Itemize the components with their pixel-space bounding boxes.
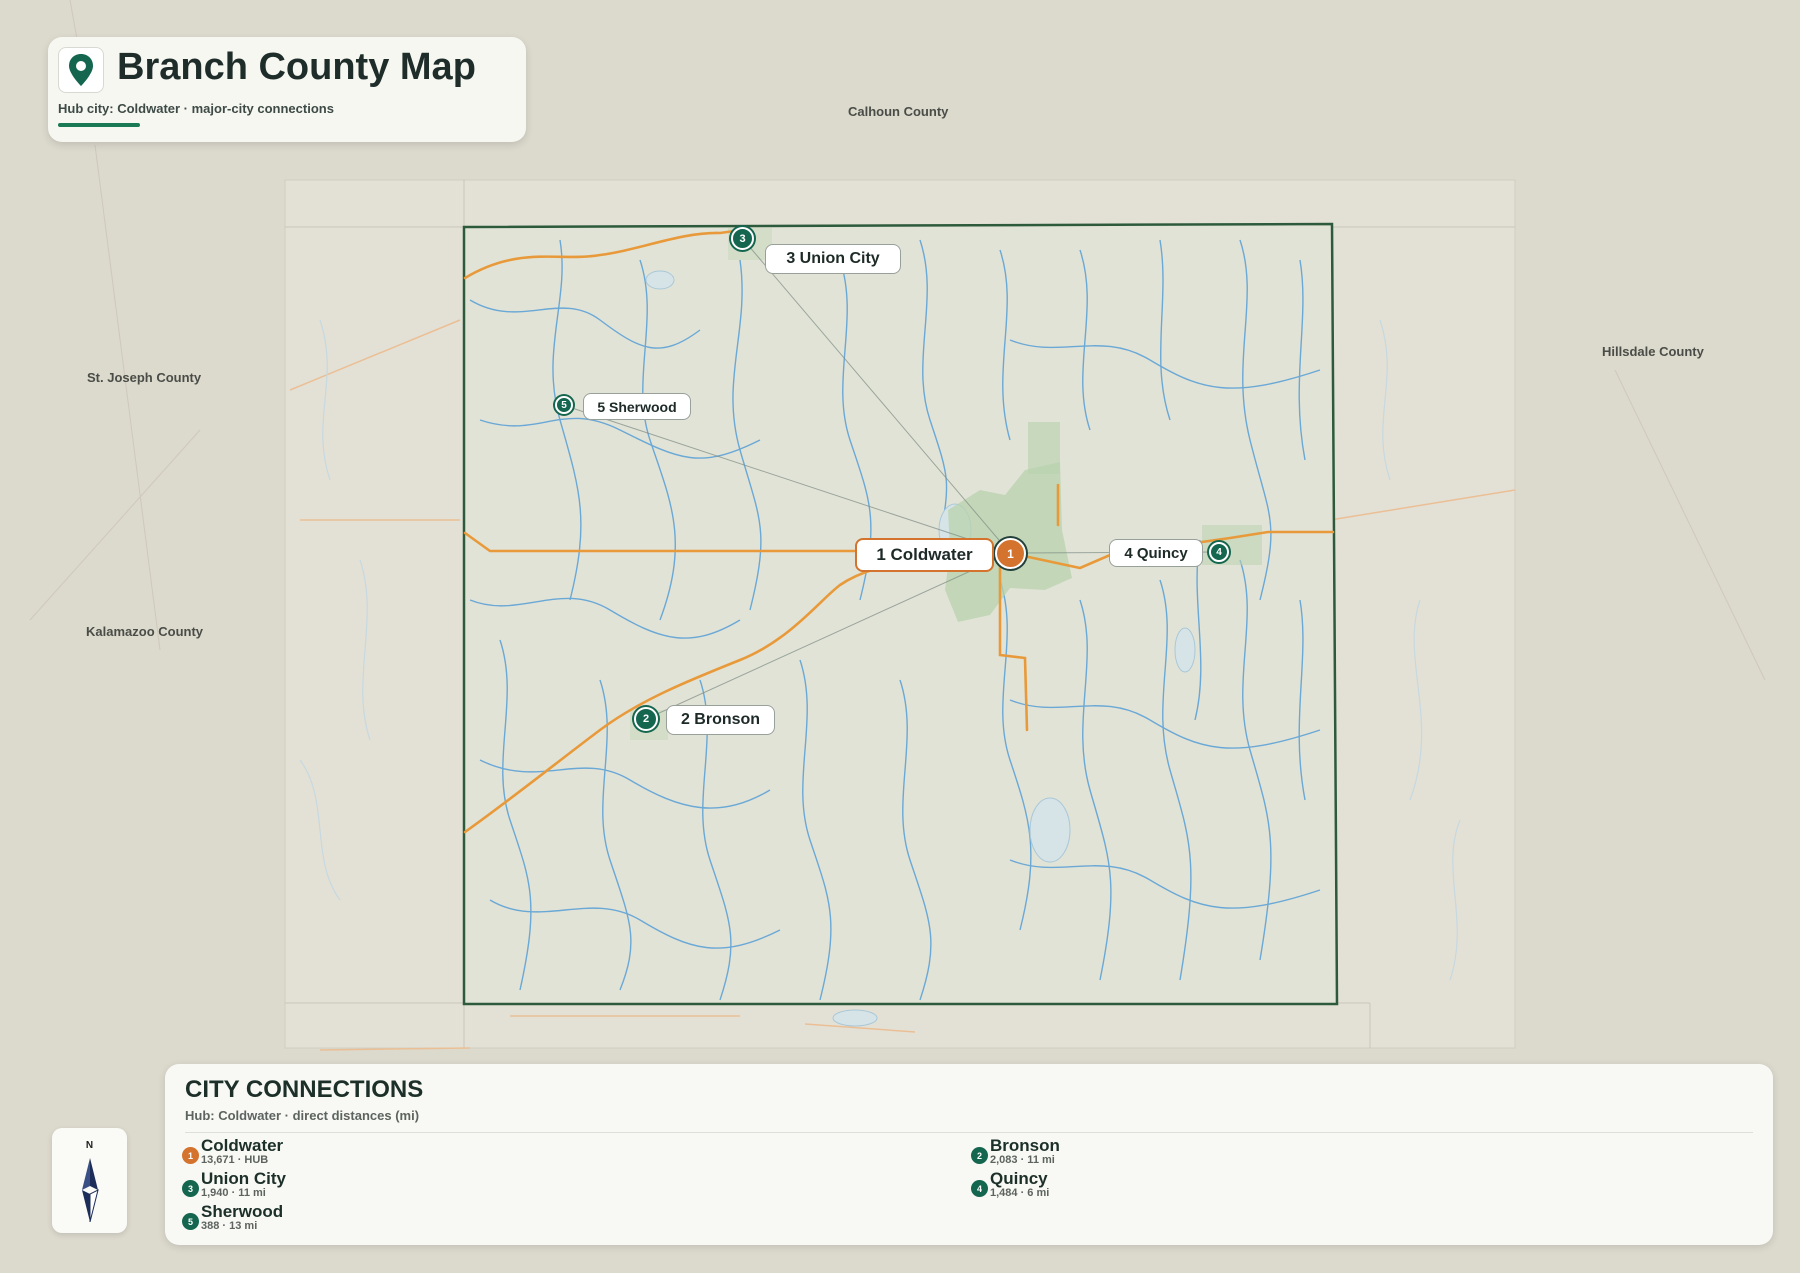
legend-item-bronson[interactable]: 2 Bronson 2,083 · 11 mi <box>971 1137 1271 1169</box>
map-pin-icon <box>58 47 104 93</box>
page-title: Branch County Map <box>117 46 476 88</box>
legend-city-name: Sherwood <box>201 1202 284 1221</box>
panel-subtitle: Hub: Coldwater · direct distances (mi) <box>185 1108 420 1123</box>
city-marker-union-city[interactable]: 3 <box>731 227 754 250</box>
region-label-kalamazoo: Kalamazoo County <box>86 624 204 639</box>
legend-city-detail: 1,484 · 6 mi <box>990 1187 1050 1199</box>
region-label-hillsdale: Hillsdale County <box>1602 344 1704 359</box>
panel-title: CITY CONNECTIONS <box>185 1076 424 1103</box>
legend-item-sherwood[interactable]: 5 Sherwood 388 · 13 mi <box>182 1203 482 1235</box>
urban-patch <box>1028 422 1060 474</box>
county-boundary <box>462 222 1339 1006</box>
city-marker-sherwood[interactable]: 5 <box>555 396 573 414</box>
legend-item-coldwater[interactable]: 1 Coldwater 13,671 · HUB <box>182 1137 482 1169</box>
legend-city-name: Bronson <box>990 1136 1060 1155</box>
city-marker-bronson[interactable]: 2 <box>634 707 658 731</box>
legend-city-detail: 1,940 · 11 mi <box>201 1187 266 1199</box>
city-label-quincy[interactable]: 4 Quincy <box>1109 539 1203 567</box>
legend-item-quincy[interactable]: 4 Quincy 1,484 · 6 mi <box>971 1170 1271 1202</box>
city-marker-quincy[interactable]: 4 <box>1209 542 1229 562</box>
legend-city-name: Coldwater <box>201 1136 284 1155</box>
legend-badge: 2 <box>971 1147 988 1164</box>
page-subtitle: Hub city: Coldwater · major-city connect… <box>58 101 334 116</box>
city-marker-coldwater[interactable]: 1 <box>995 538 1026 569</box>
legend-badge: 4 <box>971 1180 988 1197</box>
compass-north-label: N <box>85 1140 94 1151</box>
title-accent-bar <box>58 123 140 127</box>
region-label-calhoun: Calhoun County <box>848 104 949 119</box>
legend-city-name: Quincy <box>990 1169 1048 1188</box>
title-card: Branch County Map Hub city: Coldwater · … <box>48 37 526 142</box>
city-connections-panel: CITY CONNECTIONS Hub: Coldwater · direct… <box>165 1064 1773 1245</box>
region-label-st-joseph: St. Joseph County <box>87 370 202 385</box>
legend-badge: 3 <box>182 1180 199 1197</box>
legend-city-detail: 13,671 · HUB <box>201 1154 269 1166</box>
city-label-sherwood[interactable]: 5 Sherwood <box>583 393 691 420</box>
legend-badge: 5 <box>182 1213 199 1230</box>
city-label-union-city[interactable]: 3 Union City <box>765 244 901 274</box>
compass: N <box>52 1128 127 1233</box>
city-label-coldwater[interactable]: 1 Coldwater <box>855 538 994 572</box>
legend-city-detail: 388 · 13 mi <box>201 1220 258 1232</box>
panel-divider <box>185 1132 1753 1133</box>
legend-badge: 1 <box>182 1147 199 1164</box>
legend-item-union-city[interactable]: 3 Union City 1,940 · 11 mi <box>182 1170 482 1202</box>
city-label-bronson[interactable]: 2 Bronson <box>666 705 775 735</box>
legend-city-detail: 2,083 · 11 mi <box>990 1154 1055 1166</box>
legend-city-name: Union City <box>201 1169 286 1188</box>
